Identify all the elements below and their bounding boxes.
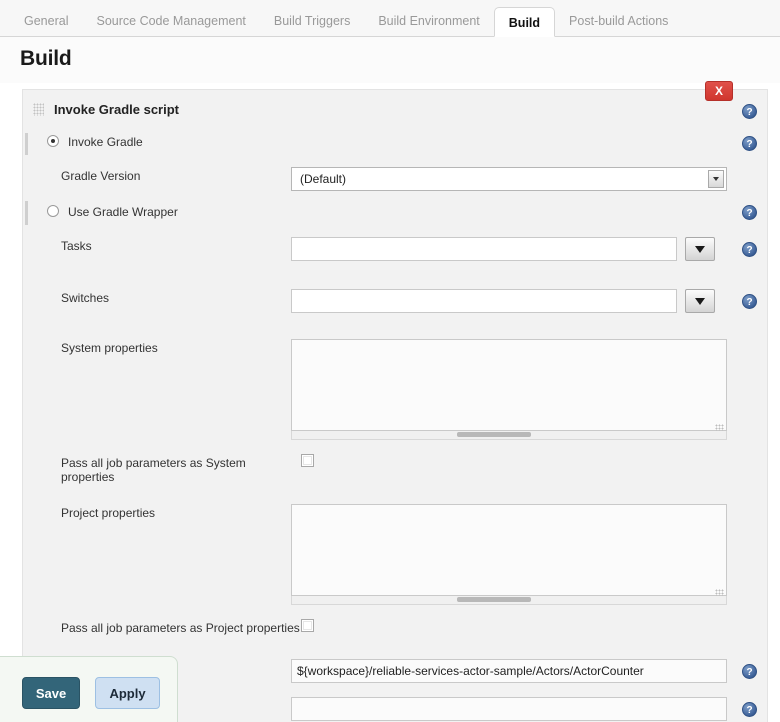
checkbox-pass-project-properties[interactable] [301,619,314,632]
jenkins-build-config-page: General Source Code Management Build Tri… [0,0,780,722]
row-invoke-gradle: Invoke Gradle ? [23,133,767,155]
label-pass-system-properties: Pass all job parameters as System proper… [33,454,301,484]
section-rail [25,133,28,155]
section-rail [25,201,28,225]
page-title: Build [20,47,780,71]
radio-invoke-gradle[interactable] [47,135,59,147]
label-tasks: Tasks [33,237,291,253]
label-project-properties: Project properties [33,504,291,520]
label-gradle-version: Gradle Version [33,167,291,183]
help-icon-switches[interactable]: ? [742,294,757,309]
field-switches [291,289,715,313]
drag-handle-icon[interactable] [33,103,44,116]
help-icon-invoke-gradle[interactable]: ? [742,136,757,151]
help-icon-tasks[interactable]: ? [742,242,757,257]
radio-use-gradle-wrapper[interactable] [47,205,59,217]
row-tasks: Tasks ? [23,237,767,261]
textarea-system-properties[interactable] [291,339,727,431]
label-system-properties: System properties [33,339,291,355]
config-tab-bar: General Source Code Management Build Tri… [0,0,780,37]
row-pass-project-properties: Pass all job parameters as Project prope… [23,619,767,641]
tab-build[interactable]: Build [494,7,555,37]
checkbox-pass-system-properties[interactable] [301,454,314,467]
label-use-gradle-wrapper: Use Gradle Wrapper [68,203,178,219]
delete-build-step-button[interactable]: X [705,81,733,101]
field-build-file [291,697,727,721]
project-properties-scrollbar[interactable] [291,596,727,605]
input-switches[interactable] [291,289,677,313]
build-step-header: Invoke Gradle script ? [23,90,767,127]
field-project-properties [291,504,727,605]
help-icon-build-file[interactable]: ? [742,702,757,717]
row-switches: Switches ? [23,289,767,313]
row-pass-system-properties: Pass all job parameters as System proper… [23,454,767,484]
tab-build-triggers[interactable]: Build Triggers [260,6,364,36]
tab-post-build-actions[interactable]: Post-build Actions [555,6,682,36]
input-tasks[interactable] [291,237,677,261]
help-icon-build-step[interactable]: ? [742,104,757,119]
help-icon-use-gradle-wrapper[interactable]: ? [742,205,757,220]
help-icon-root-build-script[interactable]: ? [742,664,757,679]
field-root-build-script [291,659,727,683]
select-gradle-version-value: (Default) [300,172,346,186]
input-root-build-script[interactable] [291,659,727,683]
chevron-down-icon[interactable] [708,170,724,188]
sticky-action-bar: Save Apply [0,656,178,722]
label-invoke-gradle: Invoke Gradle [68,133,143,149]
label-pass-project-properties: Pass all job parameters as Project prope… [33,619,301,635]
apply-button[interactable]: Apply [95,677,160,709]
field-gradle-version: (Default) [291,167,727,191]
field-system-properties [291,339,727,440]
build-step-title: Invoke Gradle script [54,102,179,117]
row-use-gradle-wrapper: Use Gradle Wrapper ? [23,203,767,225]
row-gradle-version: Gradle Version (Default) [23,167,767,191]
system-properties-scrollbar[interactable] [291,431,727,440]
tab-source-code-management[interactable]: Source Code Management [82,6,259,36]
row-project-properties: Project properties [23,504,767,605]
build-step-invoke-gradle: X Invoke Gradle script ? Invoke Gradle ?… [22,89,768,722]
textarea-project-properties[interactable] [291,504,727,596]
tab-general[interactable]: General [10,6,82,36]
field-tasks [291,237,715,261]
scrollbar-thumb[interactable] [457,597,531,602]
tasks-dropdown-button[interactable] [685,237,715,261]
switches-dropdown-button[interactable] [685,289,715,313]
label-switches: Switches [33,289,291,305]
page-header: Build [0,37,780,83]
row-system-properties: System properties [23,339,767,440]
tab-build-environment[interactable]: Build Environment [364,6,493,36]
scrollbar-thumb[interactable] [457,432,531,437]
save-button[interactable]: Save [22,677,80,709]
input-build-file[interactable] [291,697,727,721]
select-gradle-version[interactable]: (Default) [291,167,727,191]
